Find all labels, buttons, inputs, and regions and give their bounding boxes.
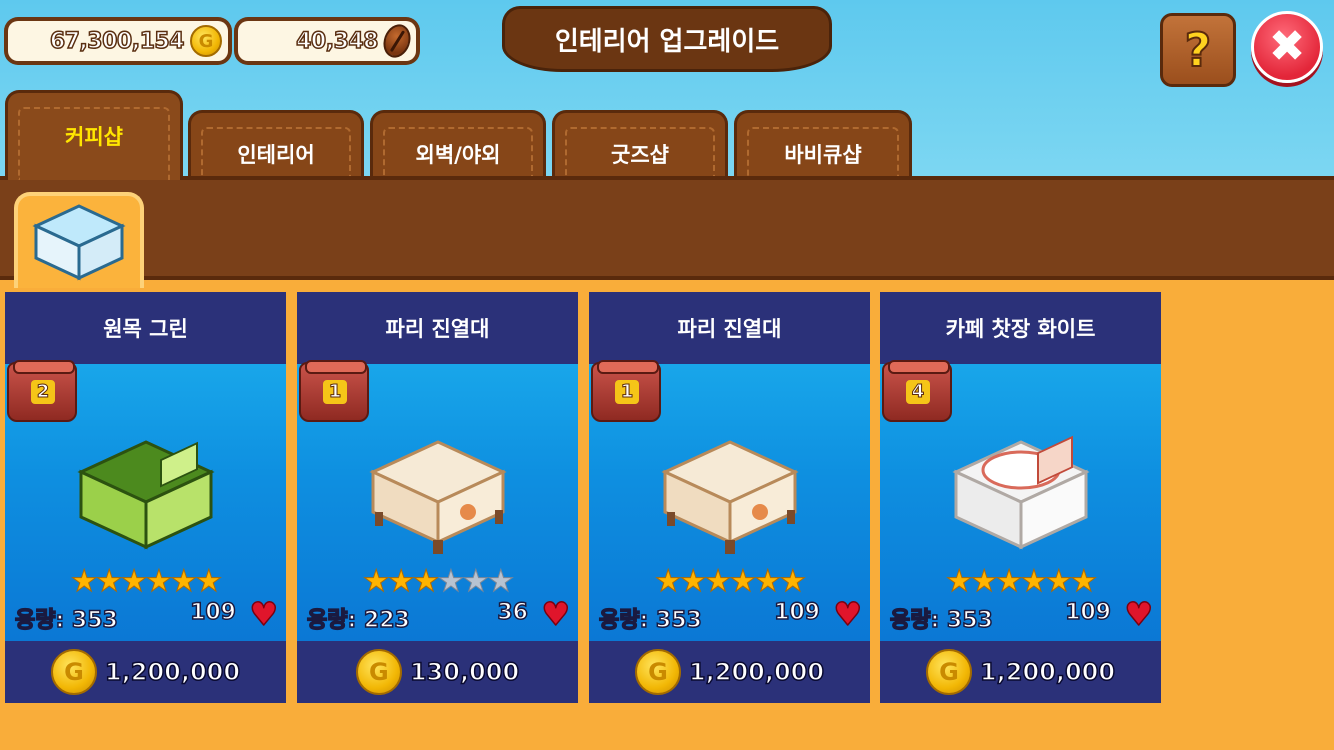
tab-label: 커피샵 xyxy=(65,125,123,149)
question-icon: ? xyxy=(1184,22,1213,78)
item-name: 파리 진열대 xyxy=(297,292,578,364)
star-icon: ★ xyxy=(462,564,490,600)
gold-coin-icon: G xyxy=(50,649,97,695)
category-bar xyxy=(0,176,1334,280)
level-value: 1 xyxy=(615,380,639,404)
tab-label: 바비큐샵 xyxy=(784,143,862,167)
close-button[interactable]: ✖ xyxy=(1251,11,1323,83)
likes-count: 109 xyxy=(189,599,236,626)
item-card[interactable]: 파리 진열대 1 ★★★★★★ 용량: 223 36 ♥ G 130,000 xyxy=(297,292,578,703)
heart-icon: ♥ xyxy=(249,595,279,633)
buy-button[interactable]: G 1,200,000 xyxy=(589,641,870,703)
item-card[interactable]: 카페 찻장 화이트 4 ★★★★★★ 용량: 353 109 ♥ G 1,200,000 xyxy=(880,292,1161,703)
level-value: 1 xyxy=(323,380,347,404)
page-title: 인테리어 업그레이드 xyxy=(554,26,780,57)
star-icon: ★ xyxy=(145,564,173,600)
coin-balance: 67,300,154 G xyxy=(4,17,232,65)
star-icon: ★ xyxy=(1070,564,1098,600)
level-badge: 1 xyxy=(591,360,661,422)
buy-button[interactable]: G 1,200,000 xyxy=(880,641,1161,703)
tab-exterior[interactable]: 외벽/야외 xyxy=(370,110,546,180)
tab-bbq-shop[interactable]: 바비큐샵 xyxy=(734,110,912,180)
capacity-label: 용량: 353 xyxy=(598,607,702,634)
star-rating: ★★★★★★ xyxy=(880,564,1161,600)
star-icon: ★ xyxy=(1045,564,1073,600)
gold-coin-icon: G xyxy=(634,649,681,695)
capacity-label: 용량: 353 xyxy=(889,607,993,634)
star-icon: ★ xyxy=(679,564,707,600)
star-icon: ★ xyxy=(487,564,515,600)
paris-display-icon xyxy=(369,440,507,554)
item-name: 원목 그린 xyxy=(5,292,286,364)
star-icon: ★ xyxy=(120,564,148,600)
star-icon: ★ xyxy=(754,564,782,600)
price-value: 1,200,000 xyxy=(104,657,241,687)
star-icon: ★ xyxy=(654,564,682,600)
tab-coffee-shop[interactable]: 커피샵 xyxy=(5,90,183,180)
level-value: 4 xyxy=(906,380,930,404)
star-icon: ★ xyxy=(704,564,732,600)
level-badge: 1 xyxy=(299,360,369,422)
star-rating: ★★★★★★ xyxy=(5,564,286,600)
tab-goods-shop[interactable]: 굿즈샵 xyxy=(552,110,728,180)
item-card[interactable]: 원목 그린 2 ★★★★★★ 용량: 353 109 ♥ G 1,200,000 xyxy=(5,292,286,703)
capacity-label: 용량: 223 xyxy=(306,607,410,634)
heart-icon: ♥ xyxy=(541,595,571,633)
price-value: 130,000 xyxy=(409,657,520,687)
star-rating: ★★★★★★ xyxy=(589,564,870,600)
tab-label: 굿즈샵 xyxy=(611,143,669,167)
star-icon: ★ xyxy=(95,564,123,600)
star-rating: ★★★★★★ xyxy=(297,564,578,600)
item-name: 파리 진열대 xyxy=(589,292,870,364)
star-icon: ★ xyxy=(729,564,757,600)
star-icon: ★ xyxy=(170,564,198,600)
heart-icon: ♥ xyxy=(833,595,863,633)
star-icon: ★ xyxy=(362,564,390,600)
star-icon: ★ xyxy=(1020,564,1048,600)
star-icon: ★ xyxy=(195,564,223,600)
star-icon: ★ xyxy=(70,564,98,600)
star-icon: ★ xyxy=(779,564,807,600)
title-banner: 인테리어 업그레이드 xyxy=(502,6,832,72)
level-badge: 4 xyxy=(882,360,952,422)
star-icon: ★ xyxy=(945,564,973,600)
white-tea-cabinet-icon xyxy=(952,435,1090,550)
help-button[interactable]: ? xyxy=(1160,13,1236,87)
buy-button[interactable]: G 130,000 xyxy=(297,641,578,703)
counter-icon xyxy=(32,204,126,281)
price-value: 1,200,000 xyxy=(688,657,825,687)
gold-coin-icon: G xyxy=(190,25,222,57)
paris-display-icon xyxy=(661,440,799,554)
tab-label: 인테리어 xyxy=(237,143,315,167)
subcategory-counter-tab[interactable] xyxy=(14,192,144,288)
star-icon: ★ xyxy=(995,564,1023,600)
star-icon: ★ xyxy=(970,564,998,600)
likes-count: 109 xyxy=(773,599,820,626)
star-icon: ★ xyxy=(437,564,465,600)
heart-icon: ♥ xyxy=(1124,595,1154,633)
close-icon: ✖ xyxy=(1268,21,1306,72)
buy-button[interactable]: G 1,200,000 xyxy=(5,641,286,703)
price-value: 1,200,000 xyxy=(979,657,1116,687)
level-badge: 2 xyxy=(7,360,77,422)
likes-count: 36 xyxy=(497,599,529,626)
coffee-bean-icon xyxy=(378,20,416,62)
level-value: 2 xyxy=(31,380,55,404)
item-card[interactable]: 파리 진열대 1 ★★★★★★ 용량: 353 109 ♥ G 1,200,000 xyxy=(589,292,870,703)
bean-balance-value: 40,348 xyxy=(295,28,379,55)
bean-balance: 40,348 xyxy=(234,17,420,65)
coin-balance-value: 67,300,154 xyxy=(49,28,185,55)
green-counter-icon xyxy=(77,440,215,550)
tab-label: 외벽/야외 xyxy=(415,143,501,167)
item-name: 카페 찻장 화이트 xyxy=(880,292,1161,364)
tab-interior[interactable]: 인테리어 xyxy=(188,110,364,180)
star-icon: ★ xyxy=(412,564,440,600)
gold-coin-icon: G xyxy=(355,649,402,695)
capacity-label: 용량: 353 xyxy=(14,607,118,634)
star-icon: ★ xyxy=(387,564,415,600)
likes-count: 109 xyxy=(1064,599,1111,626)
gold-coin-icon: G xyxy=(925,649,972,695)
